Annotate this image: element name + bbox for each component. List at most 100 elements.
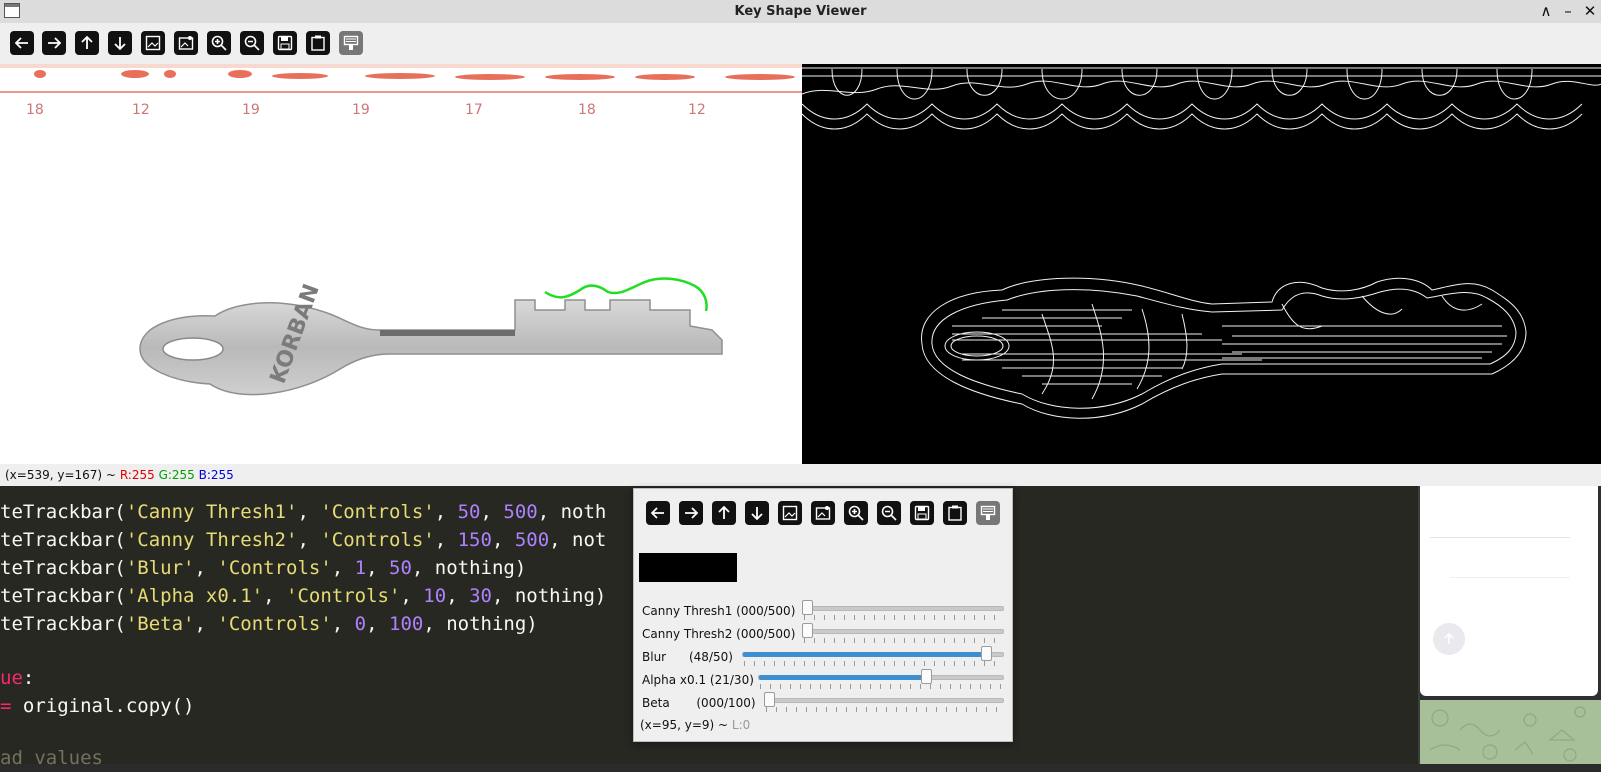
trackbar-label: Canny Thresh1 (000/500) [642, 604, 796, 618]
wallpaper-pattern [1420, 700, 1601, 764]
trackbar-handle[interactable] [802, 623, 813, 638]
pixel-r-value: R:255 [119, 468, 155, 482]
zoom-in-button[interactable] [844, 501, 868, 525]
controls-window: Canny Thresh1 (000/500) Canny Thresh2 (0… [633, 488, 1013, 742]
code-line: teTrackbar('Canny Thresh2', 'Controls', … [0, 529, 607, 551]
cursor-coords: (x=539, y=167) ~ [5, 468, 116, 482]
window-title: Key Shape Viewer [734, 4, 867, 19]
save-icon [914, 505, 930, 521]
trackbar-label: Alpha x0.1 (21/30) [642, 673, 754, 687]
trackbar-fill [743, 652, 983, 657]
zoom-fit-button[interactable] [141, 31, 165, 55]
restore-button[interactable]: – [1558, 1, 1578, 21]
close-button[interactable]: ✕ [1580, 1, 1600, 21]
original-image-view[interactable]: 18 12 19 19 17 18 12 KORBAN [0, 64, 802, 464]
image-icon [145, 35, 161, 51]
clipboard-icon [311, 35, 325, 51]
minimize-button[interactable]: ∧ [1536, 1, 1556, 21]
code-line: ad values [0, 747, 103, 769]
pan-down-button[interactable] [108, 31, 132, 55]
properties-icon [343, 35, 359, 50]
arrow-down-icon [114, 37, 126, 51]
save-button[interactable] [273, 31, 297, 55]
trackbar-ticks [804, 638, 1001, 643]
code-line: ue: [0, 667, 35, 689]
copy-button[interactable] [943, 501, 967, 525]
trackbar-ticks [744, 661, 1001, 666]
pan-right-button[interactable] [679, 501, 703, 525]
svg-text:17: 17 [465, 102, 483, 118]
edge-image-view[interactable] [802, 64, 1601, 464]
image-annotate-icon [815, 506, 831, 520]
zoom-original-button[interactable] [811, 501, 835, 525]
cursor-coords: (x=95, y=9) ~ [640, 718, 729, 732]
properties-button[interactable] [339, 31, 363, 55]
code-line: teTrackbar('Blur', 'Controls', 1, 50, no… [0, 557, 527, 579]
controls-preview-image [639, 553, 737, 582]
trackbar-handle[interactable] [802, 600, 813, 615]
clipboard-icon [948, 505, 962, 521]
zoom-in-icon [211, 35, 227, 51]
trackbar-label: Beta (000/100) [642, 696, 756, 710]
copy-button[interactable] [306, 31, 330, 55]
svg-text:19: 19 [242, 102, 260, 118]
zoom-original-button[interactable] [174, 31, 198, 55]
zoom-out-icon [881, 505, 897, 521]
svg-text:12: 12 [688, 102, 706, 118]
trackbar-track[interactable] [802, 629, 1004, 634]
zoom-out-button[interactable] [240, 31, 264, 55]
save-button[interactable] [910, 501, 934, 525]
arrow-down-icon [751, 507, 763, 521]
pan-left-button[interactable] [646, 501, 670, 525]
arrow-right-icon [685, 507, 699, 519]
code-line: teTrackbar('Alpha x0.1', 'Controls', 10,… [0, 585, 607, 607]
svg-text:12: 12 [132, 102, 150, 118]
trackbar-handle[interactable] [981, 646, 993, 661]
trackbar-fill [759, 675, 923, 680]
code-line: teTrackbar('Beta', 'Controls', 0, 100, n… [0, 613, 538, 635]
zoom-in-button[interactable] [207, 31, 231, 55]
image-icon [782, 505, 798, 521]
pan-right-button[interactable] [42, 31, 66, 55]
key-photo: 18 12 19 19 17 18 12 KORBAN [0, 64, 802, 464]
trackbar-label: Blur (48/50) [642, 650, 733, 664]
arrow-up-icon [81, 35, 93, 49]
trackbar-track[interactable] [802, 606, 1004, 611]
trackbar-track[interactable] [764, 698, 1004, 703]
viewer-window: Key Shape Viewer ∧ – ✕ 18 12 19 19 17 18… [0, 0, 1601, 486]
pixel-g-value: G:255 [158, 468, 195, 482]
scroll-top-button[interactable] [1433, 623, 1465, 655]
divider [1450, 577, 1570, 578]
arrow-up-icon [1444, 632, 1454, 644]
zoom-fit-button[interactable] [778, 501, 802, 525]
svg-text:19: 19 [352, 102, 370, 118]
svg-text:18: 18 [578, 102, 596, 118]
properties-button[interactable] [976, 501, 1000, 525]
properties-icon [980, 505, 996, 520]
toolbar [0, 23, 1601, 63]
trackbar-handle[interactable] [764, 692, 775, 707]
pan-down-button[interactable] [745, 501, 769, 525]
edge-image [802, 64, 1601, 464]
code-line: = original.copy() [0, 695, 195, 717]
title-bar: Key Shape Viewer ∧ – ✕ [0, 0, 1601, 24]
browser-card [1420, 486, 1598, 696]
pan-up-button[interactable] [712, 501, 736, 525]
trackbar-ticks [804, 615, 1001, 620]
trackbar-ticks [760, 684, 1001, 689]
pan-up-button[interactable] [75, 31, 99, 55]
trackbar-label: Canny Thresh2 (000/500) [642, 627, 796, 641]
pixel-b-value: B:255 [198, 468, 234, 482]
zoom-out-button[interactable] [877, 501, 901, 525]
divider [1430, 537, 1570, 538]
pan-left-button[interactable] [10, 31, 34, 55]
save-icon [277, 35, 293, 51]
zoom-in-icon [848, 505, 864, 521]
controls-status-bar: (x=95, y=9) ~ L:0 [640, 718, 750, 732]
status-bar: (x=539, y=167) ~ R:255 G:255 B:255 [0, 464, 1601, 486]
svg-text:18: 18 [26, 102, 44, 118]
code-line: teTrackbar('Canny Thresh1', 'Controls', … [0, 501, 607, 523]
trackbar-handle[interactable] [921, 669, 933, 684]
image-annotate-icon [178, 36, 194, 50]
trackbar-ticks [766, 707, 1001, 712]
